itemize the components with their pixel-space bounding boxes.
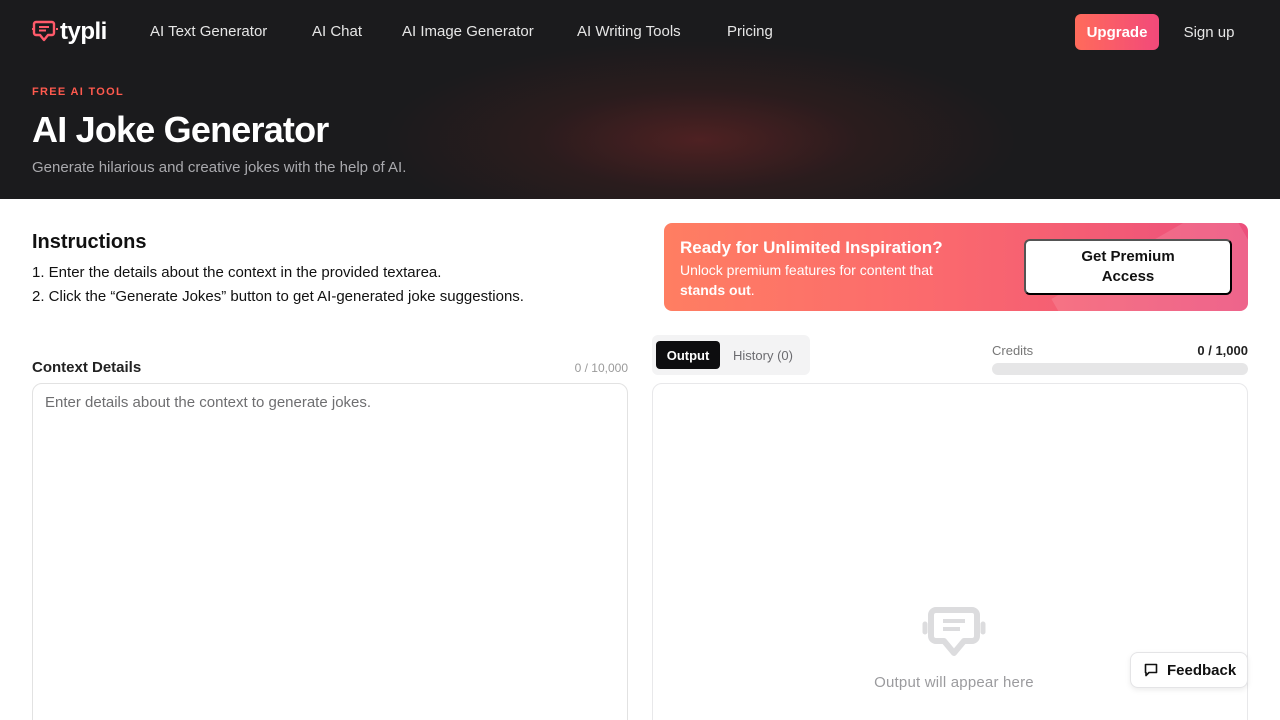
tab-output[interactable]: Output [656,341,720,369]
tab-history[interactable]: History (0) [724,341,802,369]
credits-value: 0 / 1,000 [1197,343,1248,358]
banner-text-bold: stands out [680,282,751,298]
feedback-button[interactable]: Feedback [1130,652,1248,688]
nav-ai-chat[interactable]: AI Chat [312,22,362,42]
get-premium-button[interactable]: Get Premium Access [1024,239,1232,295]
logo[interactable]: typli [32,18,107,46]
context-textarea[interactable] [32,383,628,720]
banner-title: Ready for Unlimited Inspiration? [680,238,943,257]
output-tabs: Output History (0) [652,335,810,375]
upgrade-button[interactable]: Upgrade [1075,14,1159,50]
nav-ai-writing-tools[interactable]: AI Writing Tools [577,22,681,42]
logo-text: typli [60,18,107,45]
top-nav: typli AI Text Generator AI Chat AI Image… [0,0,1280,64]
context-label: Context Details [32,359,142,376]
premium-banner: Ready for Unlimited Inspiration? Unlock … [664,223,1248,311]
instruction-step-2: 2. Click the “Generate Jokes” button to … [32,288,524,305]
feedback-label: Feedback [1167,661,1237,679]
banner-text-main: Unlock premium features for content that [680,262,933,278]
credits-label: Credits [992,343,1034,358]
page-subtitle: Generate hilarious and creative jokes wi… [32,159,407,176]
nav-ai-image-generator[interactable]: AI Image Generator [402,22,534,42]
character-counter: 0 / 10,000 [574,361,628,375]
banner-text-end: . [750,282,755,298]
hero-header: typli AI Text Generator AI Chat AI Image… [0,0,1280,199]
nav-ai-text-generator[interactable]: AI Text Generator [150,22,267,42]
signup-button[interactable]: Sign up [1170,14,1248,50]
page-title: AI Joke Generator [32,109,329,150]
typli-logo-icon [922,607,986,656]
typli-logo-icon [32,20,58,42]
banner-text: Unlock premium features for content that… [680,260,980,300]
nav-pricing[interactable]: Pricing [727,22,773,42]
instruction-step-1: 1. Enter the details about the context i… [32,264,442,281]
chat-bubble-icon [1144,663,1158,677]
eyebrow-label: FREE AI TOOL [32,86,124,98]
instructions-title: Instructions [32,231,147,253]
credits-progress-bar [992,363,1248,375]
